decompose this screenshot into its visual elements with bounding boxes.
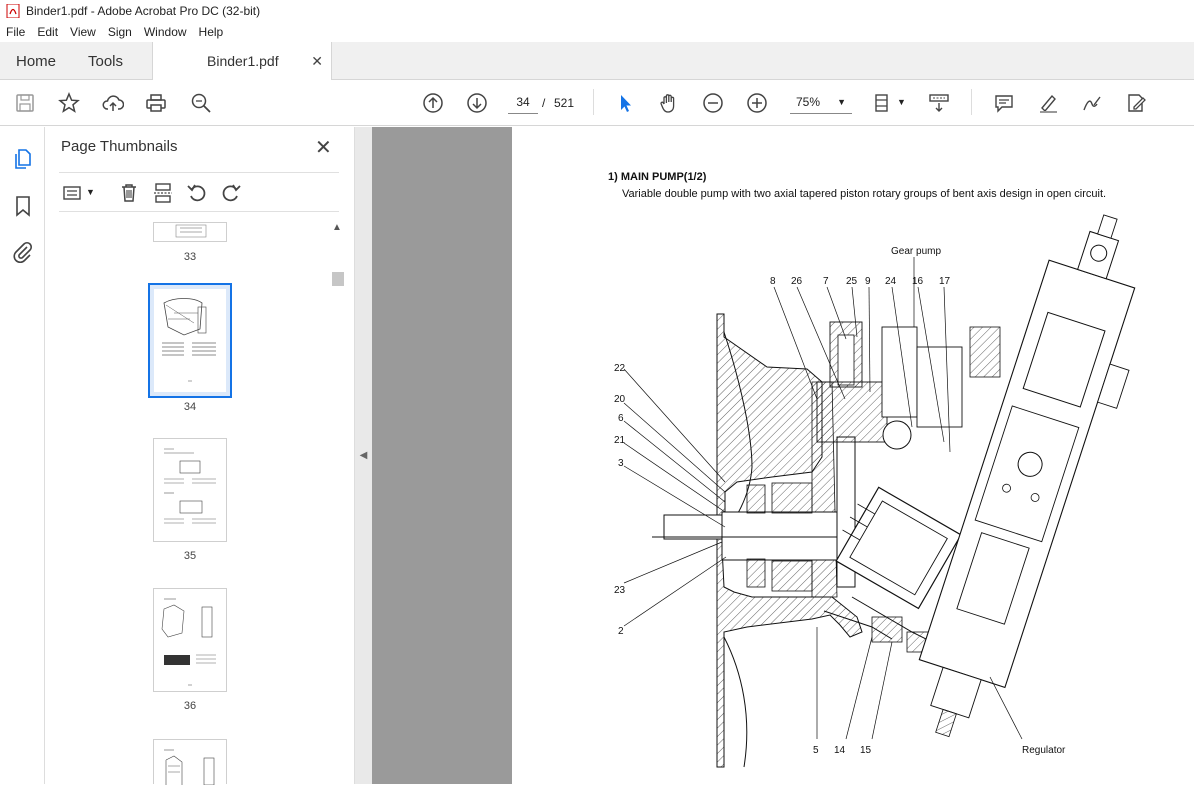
label-16: 16 [912,276,924,287]
zoom-dropdown-icon: ▼ [837,97,846,107]
thumbnail-page[interactable] [153,222,227,242]
thumbnail-page[interactable] [153,438,227,542]
thumbnail-page[interactable] [153,588,227,692]
zoom-value: 75% [796,95,821,109]
collapse-panel-handle[interactable]: ◀ [354,127,372,784]
toolbar: ▼ [0,80,1194,126]
toolbar-divider [971,89,972,115]
menu-file[interactable]: File [6,25,25,39]
toolbar-divider [593,89,594,115]
thumbnails-scrollbar[interactable]: ▲ [330,222,344,784]
label-21: 21 [614,435,626,446]
thumbnail-preview [154,289,226,392]
thumbnail-page-number: 34 [183,401,197,413]
label-8: 8 [770,276,776,287]
thumbnail-page-number: 35 [183,550,197,562]
cloud-upload-icon[interactable] [101,91,125,115]
page-thumbnails-icon[interactable] [11,147,35,171]
next-page-icon[interactable] [465,91,489,115]
label-9: 9 [865,276,871,287]
edit-pdf-icon[interactable] [1124,91,1148,115]
zoom-out-icon[interactable] [701,91,725,115]
tab-document-label: Binder1.pdf [207,53,279,69]
delete-page-icon[interactable] [117,181,141,205]
scrollbar-thumb[interactable] [332,272,344,286]
tab-document[interactable]: Binder1.pdf ✕ [152,42,332,80]
attachments-icon[interactable] [11,240,35,264]
total-pages: 521 [554,96,575,110]
label-15: 15 [860,745,872,756]
menu-help[interactable]: Help [199,25,224,39]
star-icon[interactable] [57,91,81,115]
pdf-page: 1) MAIN PUMP(1/2) Variable double pump w… [512,127,1194,784]
thumbnails-title: Page Thumbnails [61,138,178,155]
thumbnail-preview [175,224,207,238]
thumbnails-panel: Page Thumbnails ✕ ▼ 33 34 35 36 ▲ [45,127,354,786]
label-20: 20 [614,394,626,405]
tab-tools[interactable]: Tools [88,42,123,80]
thumbnail-preview [161,598,216,686]
options-dropdown-icon[interactable]: ▼ [86,187,95,197]
fit-page-dropdown-icon[interactable]: ▼ [897,97,906,107]
page-separator: / [542,96,546,110]
tab-home[interactable]: Home [16,42,56,80]
label-6: 6 [618,413,624,424]
menu-sign[interactable]: Sign [108,25,132,39]
label-25: 25 [846,276,858,287]
label-17: 17 [939,276,951,287]
thumbnail-preview [164,749,215,786]
tab-bar: Home Tools Binder1.pdf ✕ [0,42,1194,80]
thumbnail-preview [164,448,216,524]
label-5: 5 [813,745,819,756]
scroll-up-icon[interactable]: ▲ [332,222,342,233]
close-panel-icon[interactable]: ✕ [315,135,332,160]
fit-page-icon[interactable] [871,91,895,115]
rotate-right-icon[interactable] [219,181,243,205]
thumbnail-page-selected[interactable] [148,283,232,398]
label-2: 2 [618,626,624,637]
extract-page-icon[interactable] [151,181,175,205]
print-icon[interactable] [144,91,168,115]
rotate-left-icon[interactable] [185,181,209,205]
menu-window[interactable]: Window [144,25,187,39]
sign-icon[interactable] [1080,91,1104,115]
window-title: Binder1.pdf - Adobe Acrobat Pro DC (32-b… [26,4,261,18]
hand-tool-icon[interactable] [657,91,681,115]
zoom-select[interactable]: 75% ▼ [790,90,852,114]
thumbnail-page-number: 33 [183,251,197,263]
zoom-search-icon[interactable] [189,91,213,115]
select-cursor-icon[interactable] [613,91,637,115]
acrobat-pdf-icon [6,4,20,18]
label-gear-pump: Gear pump [891,246,941,257]
label-7: 7 [823,276,829,287]
previous-page-icon[interactable] [421,91,445,115]
thumbnail-page-number: 36 [183,700,197,712]
close-tab-icon[interactable]: ✕ [311,53,323,70]
label-regulator: Regulator [1022,745,1066,756]
label-14: 14 [834,745,846,756]
chevron-left-icon: ◀ [359,450,368,461]
bookmarks-icon[interactable] [11,194,35,218]
main-pump-cross-section-diagram: Gear pump 8 26 7 25 9 24 16 17 22 20 6 2… [614,214,1136,768]
left-rail [0,127,45,784]
thumbnail-page[interactable] [153,739,227,786]
options-list-icon[interactable] [61,181,85,205]
label-23: 23 [614,585,626,596]
scroll-mode-icon[interactable] [927,91,951,115]
label-24: 24 [885,276,897,287]
label-26: 26 [791,276,803,287]
current-page-input[interactable]: 34 [508,90,538,114]
title-bar: Binder1.pdf - Adobe Acrobat Pro DC (32-b… [0,0,1194,22]
highlight-pen-icon[interactable] [1036,91,1060,115]
zoom-in-icon[interactable] [745,91,769,115]
comment-icon[interactable] [992,91,1016,115]
thumbnail-tools: ▼ [59,172,339,212]
label-3: 3 [618,458,624,469]
save-icon[interactable] [13,91,37,115]
menu-view[interactable]: View [70,25,96,39]
menu-edit[interactable]: Edit [37,25,58,39]
document-view[interactable]: 1) MAIN PUMP(1/2) Variable double pump w… [372,127,1194,784]
menu-bar: File Edit View Sign Window Help [0,22,1194,42]
label-22: 22 [614,363,626,374]
